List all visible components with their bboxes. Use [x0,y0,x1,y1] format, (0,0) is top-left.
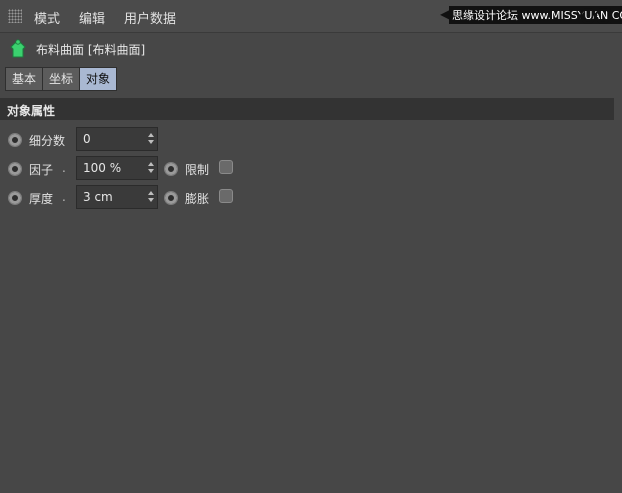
section-object-properties: 对象属性 [0,98,614,120]
limit-checkbox[interactable] [219,160,233,174]
menu-bar: 模式 编辑 用户数据 ◀ 思缘设计论坛 www.MISSYUAN.COM [0,0,622,33]
spinner-icon[interactable] [148,161,154,175]
label-thickness-dot: . [62,190,66,204]
label-subdivisions: 细分数 [29,134,66,148]
label-factor: 因子 [29,163,54,177]
arrow-left-icon: ◀ [440,7,450,21]
cloth-surface-icon [10,39,26,58]
factor-input[interactable]: 100 % [76,156,158,180]
subdivisions-input[interactable]: 0 [76,127,158,151]
panel-menu-icon[interactable] [610,8,622,24]
animate-radio-thickness[interactable] [8,191,22,205]
lock-icon[interactable] [580,8,596,24]
spinner-icon[interactable] [148,190,154,204]
label-thickness: 厚度 [29,192,54,206]
animate-radio-limit[interactable] [164,162,178,176]
animate-radio-expand[interactable] [164,191,178,205]
menu-user-data[interactable]: 用户数据 [124,8,176,27]
factor-value: 100 % [83,161,122,175]
target-icon[interactable] [595,8,611,24]
thickness-input[interactable]: 3 cm [76,185,158,209]
menu-mode[interactable]: 模式 [34,8,60,27]
watermark: ◀ 思缘设计论坛 www.MISSYUAN.COM [440,6,622,26]
animate-radio-factor[interactable] [8,162,22,176]
thickness-value: 3 cm [83,190,113,204]
grip-handle-icon[interactable] [8,9,22,23]
subdivisions-value: 0 [83,132,91,146]
section-title: 对象属性 [7,104,56,118]
animate-radio-subdivisions[interactable] [8,133,22,147]
spinner-icon[interactable] [148,132,154,146]
panel-controls [580,6,622,26]
label-factor-dot: . [62,161,66,175]
expand-checkbox[interactable] [219,189,233,203]
tab-object[interactable]: 对象 [79,67,117,91]
label-expand: 膨胀 [185,192,210,206]
tab-basic[interactable]: 基本 [5,67,43,91]
menu-edit[interactable]: 编辑 [79,8,105,27]
tab-coordinates[interactable]: 坐标 [42,67,80,91]
label-limit: 限制 [185,163,210,177]
object-title: 布料曲面 [布料曲面] [36,43,146,57]
